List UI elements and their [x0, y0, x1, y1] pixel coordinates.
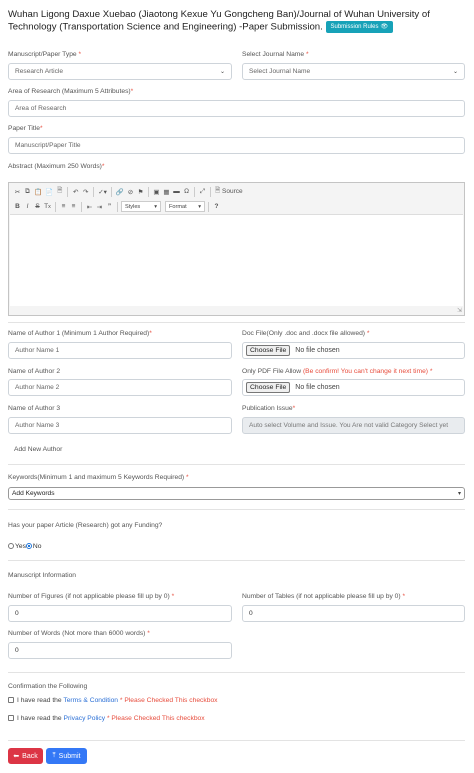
anchor-icon[interactable]: ⚑: [136, 186, 145, 198]
italic-icon[interactable]: I: [23, 201, 32, 213]
journal-name-label: Select Journal Name *: [242, 51, 309, 58]
author-2-input[interactable]: Author Name 2: [8, 379, 232, 396]
unlink-icon[interactable]: ⊘: [126, 186, 135, 198]
copy-icon[interactable]: ⧉: [23, 186, 32, 198]
funding-options: Yes No: [8, 542, 41, 551]
abstract-editor[interactable]: ✂ ⧉ 📋 📄 🗎 ↶ ↷ ✓▾ 🔗 ⊘ ⚑ ▣ ▦ ▬ Ω ⤢ 🗎 Sourc…: [8, 182, 465, 316]
upload-icon: ⤒: [52, 752, 56, 759]
chevron-down-icon: ⌄: [219, 69, 225, 75]
doc-file-label: Doc File(Only .doc and .docx file allowe…: [242, 330, 370, 337]
abstract-label: Abstract (Maximum 250 Words)*: [8, 163, 105, 170]
figures-input[interactable]: 0: [8, 605, 232, 622]
submission-rules-button[interactable]: Submission Rules 👁: [325, 21, 394, 33]
table-icon[interactable]: ▦: [162, 186, 171, 198]
strike-icon[interactable]: S: [33, 201, 42, 213]
paper-title-label: Paper Title*: [8, 125, 43, 132]
horizontal-line-icon[interactable]: ▬: [172, 186, 181, 198]
paper-title-input[interactable]: Manuscript/Paper Title: [8, 137, 465, 154]
divider: [8, 740, 465, 741]
terms-checkbox[interactable]: [8, 697, 14, 704]
maximize-icon[interactable]: ⤢: [198, 186, 207, 198]
keywords-label: Keywords(Minimum 1 and maximum 5 Keyword…: [8, 474, 189, 481]
page-title: Wuhan Ligong Daxue Xuebao (Jiaotong Kexu…: [8, 9, 468, 34]
words-label: Number of Words (Not more than 6000 word…: [8, 630, 150, 637]
paste-word-icon[interactable]: 🗎: [55, 186, 64, 198]
author-3-input[interactable]: Author Name 3: [8, 417, 232, 434]
bullet-list-icon[interactable]: ≡: [69, 201, 78, 213]
tables-input[interactable]: 0: [242, 605, 465, 622]
special-char-icon[interactable]: Ω: [182, 186, 191, 198]
doc-file-input[interactable]: Choose File No file chosen: [242, 342, 465, 359]
keywords-select[interactable]: Add Keywords ▾: [8, 487, 465, 500]
publication-issue-label: Publication Issue*: [242, 405, 296, 412]
paste-text-icon[interactable]: 📄: [44, 186, 54, 198]
cut-icon[interactable]: ✂: [13, 186, 22, 198]
tables-label: Number of Tables (if not applicable plea…: [242, 593, 406, 600]
area-of-research-input[interactable]: Area of Research: [8, 100, 465, 117]
back-button[interactable]: ⬅ Back: [8, 748, 43, 764]
area-of-research-label: Area of Research (Maximum 5 Attributes)*: [8, 88, 134, 95]
editor-toolbar-row-2: B I S Tx ≡ ≡ ⇤ ⇥ ” Styles ▾ Format ▾ ?: [9, 199, 464, 214]
funding-no-radio[interactable]: [25, 543, 32, 550]
terms-row: I have read the Terms & Condition * Plea…: [8, 696, 218, 705]
image-icon[interactable]: ▣: [152, 186, 161, 198]
divider: [8, 509, 465, 510]
manuscript-info-heading: Manuscript Information: [8, 572, 77, 579]
divider: [8, 464, 465, 465]
author-1-input[interactable]: Author Name 1: [8, 342, 232, 359]
privacy-link[interactable]: Privacy Policy: [63, 715, 105, 722]
source-icon: 🗎: [215, 187, 221, 194]
spellcheck-icon[interactable]: ✓▾: [97, 186, 108, 198]
indent-icon[interactable]: ⇥: [95, 201, 104, 213]
add-author-link[interactable]: Add New Author: [14, 445, 62, 454]
pdf-file-input[interactable]: Choose File No file chosen: [242, 379, 465, 396]
paper-type-label: Manuscript/Paper Type *: [8, 51, 82, 58]
source-button[interactable]: 🗎 Source: [214, 186, 244, 198]
figures-label: Number of Figures (if not applicable ple…: [8, 593, 175, 600]
link-icon[interactable]: 🔗: [115, 186, 125, 198]
paste-icon[interactable]: 📋: [33, 186, 43, 198]
funding-label: Has your paper Article (Research) got an…: [8, 522, 163, 529]
eye-icon: 👁: [380, 24, 389, 30]
editor-toolbar-row-1: ✂ ⧉ 📋 📄 🗎 ↶ ↷ ✓▾ 🔗 ⊘ ⚑ ▣ ▦ ▬ Ω ⤢ 🗎 Sourc…: [9, 184, 464, 199]
back-arrow-icon: ⬅: [13, 753, 20, 760]
outdent-icon[interactable]: ⇤: [85, 201, 94, 213]
divider: [8, 672, 465, 673]
divider: [8, 322, 465, 323]
privacy-row: I have read the Privacy Policy * Please …: [8, 714, 205, 723]
resize-handle-icon[interactable]: ⇲: [457, 307, 462, 314]
divider: [8, 560, 465, 561]
choose-doc-file-button[interactable]: Choose File: [246, 345, 291, 356]
author-3-label: Name of Author 3: [8, 405, 61, 412]
words-input[interactable]: 0: [8, 642, 232, 659]
remove-format-icon[interactable]: Tx: [43, 201, 52, 213]
numbered-list-icon[interactable]: ≡: [59, 201, 68, 213]
bold-icon[interactable]: B: [13, 201, 22, 213]
undo-icon[interactable]: ↶: [71, 186, 80, 198]
abstract-text-area[interactable]: [10, 214, 463, 306]
chevron-down-icon: ⌄: [452, 69, 458, 75]
styles-dropdown[interactable]: Styles ▾: [121, 201, 161, 212]
choose-pdf-file-button[interactable]: Choose File: [246, 382, 291, 393]
author-1-label: Name of Author 1 (Minimum 1 Author Requi…: [8, 330, 152, 337]
funding-yes-radio[interactable]: [8, 543, 14, 550]
terms-link[interactable]: Terms & Condition: [63, 697, 118, 704]
confirmation-heading: Confirmation the Following: [8, 683, 88, 690]
format-dropdown[interactable]: Format ▾: [165, 201, 205, 212]
redo-icon[interactable]: ↷: [81, 186, 90, 198]
blockquote-icon[interactable]: ”: [105, 201, 114, 213]
paper-type-select[interactable]: Research Article ⌄: [8, 63, 232, 80]
submission-rules-label: Submission Rules: [330, 24, 379, 30]
publication-issue-field: Auto select Volume and Issue. You Are no…: [242, 417, 465, 434]
caret-down-icon: ▾: [457, 491, 461, 497]
submit-button[interactable]: ⤒ Submit: [46, 748, 87, 764]
pdf-file-label: Only PDF File Allow (Be confirm! You can…: [242, 368, 433, 375]
journal-name-select[interactable]: Select Journal Name ⌄: [242, 63, 465, 80]
help-icon[interactable]: ?: [212, 201, 221, 213]
privacy-checkbox[interactable]: [8, 715, 14, 722]
author-2-label: Name of Author 2: [8, 368, 61, 375]
